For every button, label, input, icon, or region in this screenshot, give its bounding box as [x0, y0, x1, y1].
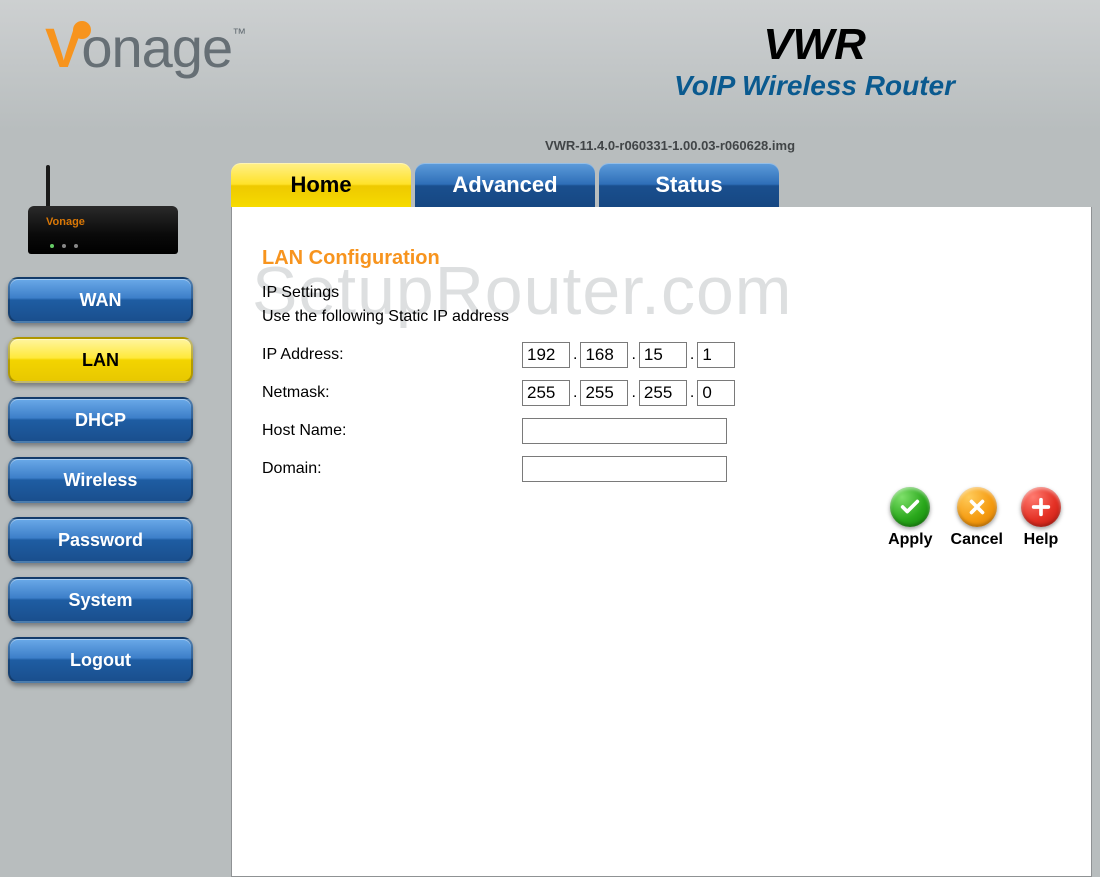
- logo-rest: onage: [81, 16, 232, 79]
- sidebar-item-label: WAN: [80, 290, 122, 311]
- tab-advanced[interactable]: Advanced: [415, 163, 595, 207]
- dot-separator: .: [573, 346, 577, 364]
- sidebar-item-system[interactable]: System: [8, 577, 193, 623]
- logo-dot-icon: [73, 21, 91, 39]
- ip-address-group: . . .: [522, 342, 735, 368]
- hostname-label: Host Name:: [262, 422, 522, 440]
- subsection-title: IP Settings: [262, 284, 1061, 302]
- dot-separator: .: [573, 384, 577, 402]
- tab-label: Status: [655, 172, 722, 198]
- tab-label: Advanced: [452, 172, 557, 198]
- sidebar-item-label: Password: [58, 530, 143, 551]
- dot-separator: .: [631, 346, 635, 364]
- header: Vonage™ VWR VoIP Wireless Router: [0, 0, 1100, 130]
- sidebar: Vonage WAN LAN DHCP Wireless Password Sy…: [8, 163, 203, 877]
- led-icon: [62, 244, 66, 248]
- x-icon: [957, 487, 997, 527]
- brand-logo: Vonage™: [25, 15, 245, 80]
- apply-button[interactable]: Apply: [888, 487, 932, 549]
- dot-separator: .: [690, 346, 694, 364]
- sidebar-item-password[interactable]: Password: [8, 517, 193, 563]
- dot-separator: .: [631, 384, 635, 402]
- ip-address-label: IP Address:: [262, 346, 522, 364]
- plus-icon: [1021, 487, 1061, 527]
- router-brand-text: Vonage: [46, 216, 85, 228]
- netmask-octet-1[interactable]: [522, 380, 570, 406]
- product-header: VWR VoIP Wireless Router: [674, 15, 1075, 102]
- cancel-button[interactable]: Cancel: [951, 487, 1003, 549]
- sidebar-item-label: DHCP: [75, 410, 126, 431]
- product-subtitle: VoIP Wireless Router: [674, 70, 955, 102]
- sidebar-item-label: Logout: [70, 650, 131, 671]
- logo-tm: ™: [232, 25, 245, 41]
- cancel-label: Cancel: [951, 531, 1003, 549]
- section-title: LAN Configuration: [262, 247, 1061, 270]
- tab-home[interactable]: Home: [231, 163, 411, 207]
- row-domain: Domain:: [262, 456, 1061, 482]
- instruction-text: Use the following Static IP address: [262, 308, 1061, 326]
- hostname-input[interactable]: [522, 418, 727, 444]
- sidebar-item-dhcp[interactable]: DHCP: [8, 397, 193, 443]
- ip-octet-4[interactable]: [697, 342, 735, 368]
- tabs: Home Advanced Status: [231, 163, 1092, 207]
- router-image: Vonage: [8, 168, 193, 258]
- tab-label: Home: [290, 172, 351, 198]
- sidebar-item-logout[interactable]: Logout: [8, 637, 193, 683]
- content-area: Home Advanced Status SetupRouter.com LAN…: [231, 163, 1092, 877]
- netmask-octet-2[interactable]: [580, 380, 628, 406]
- ip-octet-2[interactable]: [580, 342, 628, 368]
- netmask-octet-3[interactable]: [639, 380, 687, 406]
- router-body-icon: Vonage: [28, 206, 178, 254]
- antenna-icon: [46, 165, 50, 210]
- help-label: Help: [1024, 531, 1059, 549]
- led-icon: [74, 244, 78, 248]
- domain-label: Domain:: [262, 460, 522, 478]
- ip-octet-3[interactable]: [639, 342, 687, 368]
- row-hostname: Host Name:: [262, 418, 1061, 444]
- sidebar-item-wan[interactable]: WAN: [8, 277, 193, 323]
- led-icon: [50, 244, 54, 248]
- sidebar-item-lan[interactable]: LAN: [8, 337, 193, 383]
- netmask-group: . . .: [522, 380, 735, 406]
- help-button[interactable]: Help: [1021, 487, 1061, 549]
- netmask-octet-4[interactable]: [697, 380, 735, 406]
- action-bar: Apply Cancel Help: [888, 487, 1061, 549]
- check-icon: [890, 487, 930, 527]
- ip-octet-1[interactable]: [522, 342, 570, 368]
- domain-input[interactable]: [522, 456, 727, 482]
- apply-label: Apply: [888, 531, 932, 549]
- product-name: VWR: [674, 20, 955, 70]
- row-netmask: Netmask: . . .: [262, 380, 1061, 406]
- sidebar-item-label: Wireless: [64, 470, 138, 491]
- sidebar-item-label: System: [68, 590, 132, 611]
- row-ip-address: IP Address: . . .: [262, 342, 1061, 368]
- netmask-label: Netmask:: [262, 384, 522, 402]
- config-panel: SetupRouter.com LAN Configuration IP Set…: [231, 207, 1092, 877]
- firmware-version: VWR-11.4.0-r060331-1.00.03-r060628.img: [400, 138, 1100, 153]
- dot-separator: .: [690, 384, 694, 402]
- tab-status[interactable]: Status: [599, 163, 779, 207]
- sidebar-item-wireless[interactable]: Wireless: [8, 457, 193, 503]
- sidebar-item-label: LAN: [82, 350, 119, 371]
